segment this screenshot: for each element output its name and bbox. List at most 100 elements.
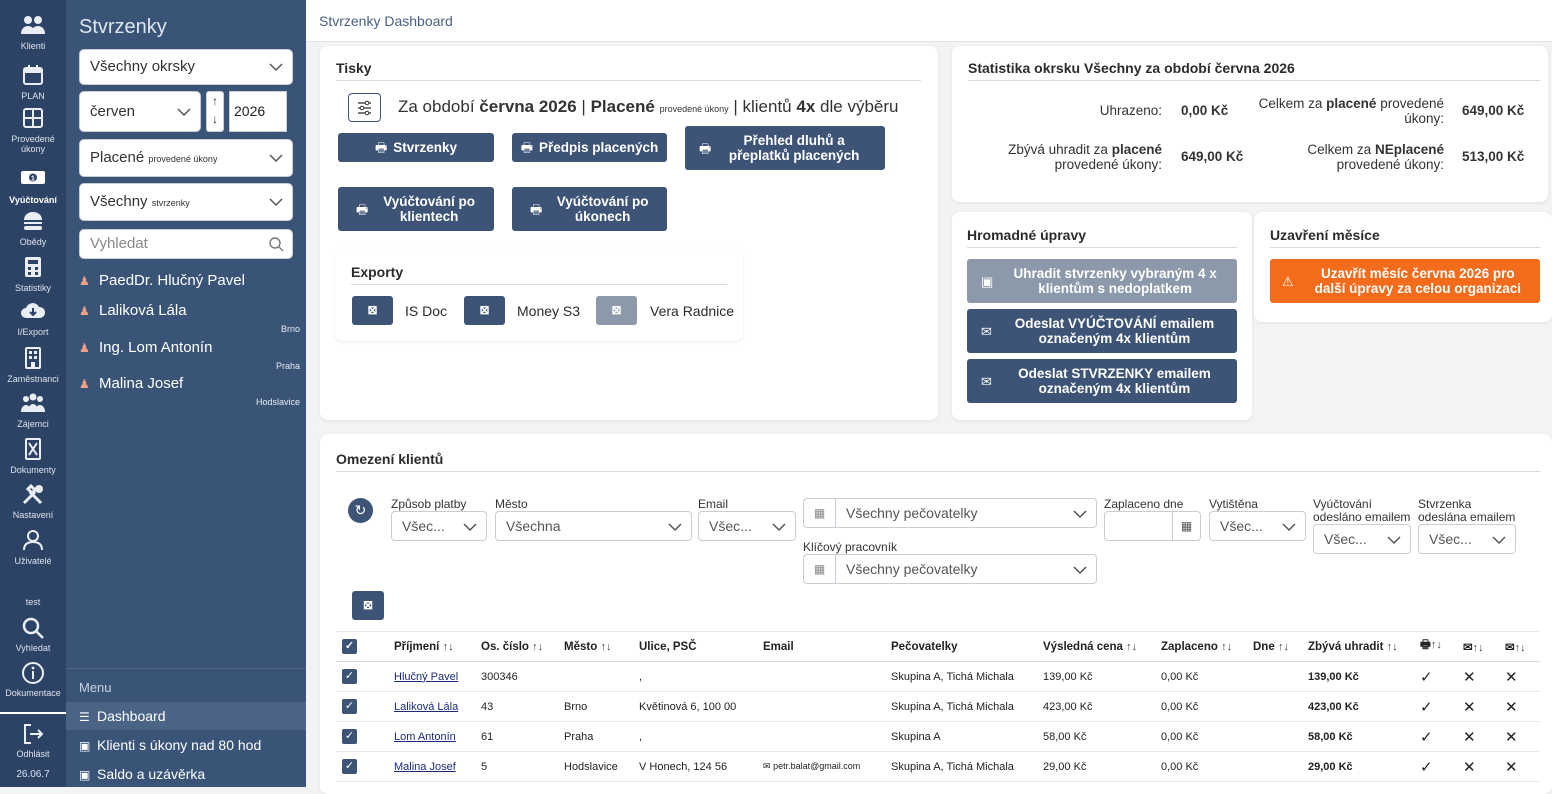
sort-icon[interactable]: ↑↓ — [1387, 641, 1398, 653]
person-icon: ♟ — [79, 274, 90, 288]
zbyva-value: 649,00 Kč — [1181, 149, 1244, 164]
rail-klienti[interactable]: Klienti — [0, 14, 66, 51]
sort-icon[interactable]: ↑↓ — [532, 641, 543, 653]
send-stvrzenky-button[interactable]: ✉ Odeslat STVRZENKY emailem označeným 4x … — [967, 359, 1237, 403]
zaplaceno-date-input[interactable]: ▦ — [1104, 511, 1201, 541]
export-isdoc-button[interactable]: ⊠ — [352, 296, 393, 325]
person-icon: ♟ — [79, 341, 90, 355]
send-vyuctovani-button[interactable]: ✉ Odeslat VYÚČTOVÁNÍ emailem označeným 4x… — [967, 309, 1237, 353]
sort-icon[interactable]: ↑↓ — [1431, 639, 1442, 651]
zpusob-label: Způsob platby — [391, 497, 467, 511]
client-link[interactable]: Laliková Lála — [394, 701, 458, 713]
settings-button[interactable] — [348, 93, 381, 122]
vytistena-select[interactable]: Všec... — [1209, 511, 1306, 541]
col-vysledna-cena[interactable]: Výsledná cena ↑↓ — [1043, 631, 1161, 662]
client-list-item[interactable]: ♟ Malina Josef Hodslavice — [79, 375, 300, 407]
rail-zajemci[interactable]: Zájemci — [0, 392, 66, 429]
rail-dokumenty[interactable]: Dokumenty — [0, 438, 66, 475]
rail-obedy[interactable]: Obědy — [0, 210, 66, 247]
row-checkbox[interactable]: ✓ — [336, 661, 394, 692]
col-os-cislo[interactable]: Os. číslo ↑↓ — [481, 631, 564, 662]
print-predpis-button[interactable]: 🖶 Předpis placených — [512, 133, 667, 162]
sort-icon[interactable]: ↑↓ — [1126, 641, 1137, 653]
rail-vyhledat[interactable]: Vyhledat — [0, 616, 66, 653]
print-vyuctovani-ukony-button[interactable]: 🖶 Vyúčtování po úkonech — [512, 187, 667, 231]
arrow-up-icon[interactable]: ↑ — [207, 92, 223, 110]
calendar-icon[interactable]: ▦ — [1172, 512, 1200, 540]
reset-filters-button[interactable]: ↻ — [348, 498, 373, 523]
clients-table: ✓ Příjmení ↑↓ Os. číslo ↑↓ Město ↑↓ Ulic… — [336, 631, 1540, 782]
bulk-title: Hromadné úpravy — [967, 227, 1087, 243]
email-select[interactable]: Všec... — [698, 511, 796, 541]
col-mesto[interactable]: Město ↑↓ — [564, 631, 639, 662]
sort-icon[interactable]: ↑↓ — [1221, 641, 1232, 653]
row-checkbox[interactable]: ✓ — [336, 751, 394, 782]
menu-item-saldo[interactable]: ▣ Saldo a uzávěrka — [66, 760, 306, 788]
paid-filter-select[interactable]: Placené provedené úkony — [79, 139, 293, 177]
sidebar-search-input[interactable]: Vyhledat — [79, 229, 293, 259]
month-select[interactable]: červen — [79, 91, 201, 132]
cell-email: ✉ petr.balat@gmail.com — [763, 751, 891, 782]
menu-item-dashboard[interactable]: ☰ Dashboard — [66, 702, 306, 730]
klicovy-select[interactable]: ▦ Všechny pečovatelky — [803, 554, 1097, 584]
cell: Skupina A — [891, 721, 1043, 752]
col-dne[interactable]: Dne ↑↓ — [1253, 631, 1308, 662]
row-checkbox[interactable]: ✓ — [336, 691, 394, 722]
rail-uzivatele[interactable]: Uživatelé — [0, 529, 66, 566]
arrow-down-icon[interactable]: ↓ — [207, 110, 223, 128]
close-month-button[interactable]: ⚠ Uzavřít měsíc června 2026 pro další úpr… — [1270, 259, 1540, 303]
row-checkbox[interactable]: ✓ — [336, 721, 394, 752]
rail-vyuctovani[interactable]: 1 Vyúčtování — [0, 168, 66, 205]
district-select[interactable]: Všechny okrsky — [79, 49, 293, 85]
rail-dokumentace[interactable]: Dokumentace — [0, 661, 66, 698]
cross-icon: ✕ — [1463, 661, 1505, 692]
rail-plan[interactable]: PLAN — [0, 64, 66, 101]
rail-statistiky[interactable]: Statistiky — [0, 256, 66, 293]
sort-icon[interactable]: ↑↓ — [443, 641, 454, 653]
menu-item-klienti-nad-80[interactable]: ▣ Klienti s úkony nad 80 hod — [66, 731, 306, 759]
print-vyuctovani-klienti-button[interactable]: 🖶 Vyúčtování po klientech — [338, 187, 494, 231]
year-input[interactable]: 2026 — [229, 91, 287, 132]
cell: 300346 — [481, 661, 564, 692]
vyuct-email-select[interactable]: Všec... — [1313, 524, 1411, 554]
select-all-checkbox[interactable]: ✓ — [336, 631, 394, 662]
mesto-select[interactable]: Všechna — [495, 511, 692, 541]
celkem-neplacene-label: Celkem za NEplacené provedené úkony: — [1307, 142, 1444, 172]
col-printed[interactable]: 🖶↑↓ — [1420, 631, 1463, 662]
cell — [1253, 691, 1308, 722]
client-link[interactable]: Malina Josef — [394, 761, 456, 773]
col-vyuct-sent[interactable]: ✉↑↓ — [1463, 631, 1505, 662]
stvr-email-select[interactable]: Všec... — [1418, 524, 1516, 554]
group-icon — [20, 392, 46, 418]
client-list-item[interactable]: ♟ Laliková Lála Brno — [79, 302, 300, 334]
rail-provedene-ukony[interactable]: Provedené úkony — [0, 107, 66, 154]
rail-nastaveni[interactable]: Nastavení — [0, 483, 66, 520]
print-prehled-button[interactable]: 🖶 Přehled dluhů a přeplatků placených — [685, 126, 885, 170]
col-zaplaceno[interactable]: Zaplaceno ↑↓ — [1161, 631, 1253, 662]
sort-icon[interactable]: ↑↓ — [1278, 641, 1289, 653]
rail-odhlasit[interactable]: Odhlásit — [0, 722, 66, 759]
export-money-button[interactable]: ⊠ — [464, 296, 505, 325]
receipts-filter-select[interactable]: Všechny stvrzenky — [79, 183, 293, 221]
export-table-button[interactable]: ⊠ — [352, 591, 384, 620]
pay-receipts-button[interactable]: ▣ Uhradit stvrzenky vybraným 4 x klientům… — [967, 259, 1237, 303]
zpusob-select[interactable]: Všec... — [391, 511, 487, 541]
col-prijmeni[interactable]: Příjmení ↑↓ — [394, 631, 481, 662]
col-stvr-sent[interactable]: ✉↑↓ — [1505, 631, 1540, 662]
col-zbyva[interactable]: Zbývá uhradit ↑↓ — [1308, 631, 1420, 662]
client-list-item[interactable]: ♟ PaedDr. Hlučný Pavel — [79, 272, 299, 289]
client-list-item[interactable]: ♟ Ing. Lom Antonín Praha — [79, 339, 300, 371]
sort-icon[interactable]: ↑↓ — [1515, 642, 1526, 654]
export-vera-button[interactable]: ⊠ — [596, 296, 637, 325]
client-link[interactable]: Hlučný Pavel — [394, 671, 458, 683]
pecovatelky-select[interactable]: ▦ Všechny pečovatelky — [803, 498, 1097, 528]
sort-icon[interactable]: ↑↓ — [600, 641, 611, 653]
vyuct-email-label: Vyúčtování odesláno emailem — [1313, 497, 1411, 524]
print-stvrzenky-button[interactable]: 🖶 Stvrzenky — [338, 133, 494, 162]
check-icon: ✓ — [1420, 661, 1463, 692]
sort-icon[interactable]: ↑↓ — [1473, 642, 1484, 654]
client-link[interactable]: Lom Antonín — [394, 731, 456, 743]
rail-zamestnanci[interactable]: Zaměstnanci — [0, 347, 66, 384]
month-stepper[interactable]: ↑ ↓ — [206, 91, 224, 132]
rail-iexport[interactable]: I/Export — [0, 300, 66, 337]
